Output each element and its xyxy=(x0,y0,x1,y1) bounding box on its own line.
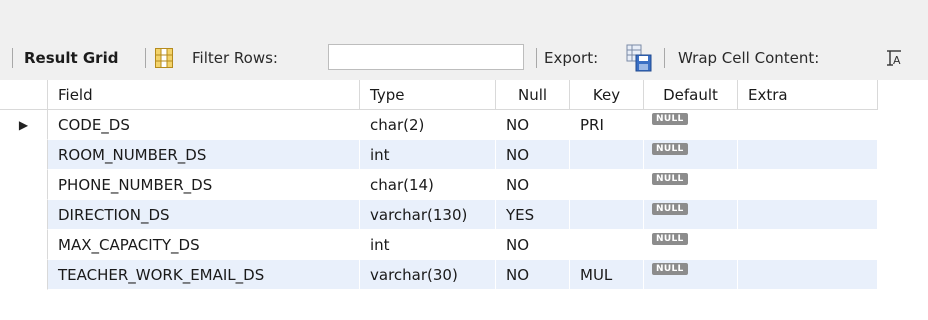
cell-default[interactable]: NULL xyxy=(644,200,738,230)
cell-type[interactable]: int xyxy=(360,140,496,170)
cell-default[interactable]: NULL xyxy=(644,230,738,260)
column-header-null[interactable]: Null xyxy=(496,80,570,110)
cell-default[interactable]: NULL xyxy=(644,140,738,170)
cell-type[interactable]: varchar(30) xyxy=(360,260,496,290)
row-selector[interactable] xyxy=(0,170,48,200)
filter-rows-input[interactable] xyxy=(328,44,524,70)
cell-extra[interactable] xyxy=(738,140,878,170)
toolbar-separator xyxy=(12,48,13,68)
toolbar-separator xyxy=(536,48,537,68)
null-badge: NULL xyxy=(652,142,688,155)
selected-row-arrow-icon: ▶ xyxy=(18,117,29,132)
cell-null[interactable]: YES xyxy=(496,200,570,230)
grid-empty-area xyxy=(878,80,928,320)
cell-default[interactable]: NULL xyxy=(644,170,738,200)
table-row[interactable]: PHONE_NUMBER_DS char(14) NO NULL xyxy=(0,170,928,200)
column-header-type[interactable]: Type xyxy=(360,80,496,110)
column-header-default[interactable]: Default xyxy=(644,80,738,110)
cell-type[interactable]: char(14) xyxy=(360,170,496,200)
cell-null[interactable]: NO xyxy=(496,230,570,260)
cell-field[interactable]: PHONE_NUMBER_DS xyxy=(48,170,360,200)
cell-field[interactable]: ROOM_NUMBER_DS xyxy=(48,140,360,170)
cell-key[interactable] xyxy=(570,170,644,200)
cell-default[interactable]: NULL xyxy=(644,260,738,290)
row-selector[interactable] xyxy=(0,230,48,260)
cell-null[interactable]: NO xyxy=(496,260,570,290)
null-badge: NULL xyxy=(652,202,688,215)
cell-type[interactable]: char(2) xyxy=(360,110,496,140)
column-header-field[interactable]: Field xyxy=(48,80,360,110)
cell-extra[interactable] xyxy=(738,170,878,200)
cell-key[interactable]: PRI xyxy=(570,110,644,140)
cell-default[interactable]: NULL xyxy=(644,110,738,140)
table-row[interactable]: MAX_CAPACITY_DS int NO NULL xyxy=(0,230,928,260)
table-row[interactable]: ▶ CODE_DS char(2) NO PRI NULL xyxy=(0,110,928,140)
result-grid-icon[interactable] xyxy=(155,48,173,68)
table-row[interactable]: ROOM_NUMBER_DS int NO NULL xyxy=(0,140,928,170)
result-toolbar: Result Grid Filter Rows: Export: Wrap Ce… xyxy=(0,36,928,80)
column-header-extra[interactable]: Extra xyxy=(738,80,878,110)
toolbar-separator xyxy=(145,48,146,68)
null-badge: NULL xyxy=(652,112,688,125)
null-badge: NULL xyxy=(652,262,688,275)
row-selector[interactable]: ▶ xyxy=(0,110,48,140)
cell-extra[interactable] xyxy=(738,230,878,260)
cell-key[interactable]: MUL xyxy=(570,260,644,290)
grid-header-row: Field Type Null Key Default Extra xyxy=(0,80,928,110)
cell-null[interactable]: NO xyxy=(496,140,570,170)
cell-type[interactable]: varchar(130) xyxy=(360,200,496,230)
row-selector[interactable] xyxy=(0,200,48,230)
wrap-cell-content-label: Wrap Cell Content: xyxy=(678,49,820,67)
row-selector[interactable] xyxy=(0,140,48,170)
null-badge: NULL xyxy=(652,172,688,185)
filter-rows-label: Filter Rows: xyxy=(192,49,278,67)
cell-extra[interactable] xyxy=(738,200,878,230)
result-grid-tab[interactable]: Result Grid xyxy=(24,36,118,80)
cell-extra[interactable] xyxy=(738,110,878,140)
column-header-key[interactable]: Key xyxy=(570,80,644,110)
cell-type[interactable]: int xyxy=(360,230,496,260)
toolbar-separator xyxy=(664,48,665,68)
cell-null[interactable]: NO xyxy=(496,170,570,200)
row-selector[interactable] xyxy=(0,260,48,290)
top-band xyxy=(0,0,928,36)
wrap-cell-content-icon[interactable]: A xyxy=(886,48,902,68)
cell-null[interactable]: NO xyxy=(496,110,570,140)
svg-text:A: A xyxy=(893,54,901,67)
cell-field[interactable]: MAX_CAPACITY_DS xyxy=(48,230,360,260)
cell-key[interactable] xyxy=(570,200,644,230)
cell-field[interactable]: DIRECTION_DS xyxy=(48,200,360,230)
cell-key[interactable] xyxy=(570,230,644,260)
cell-extra[interactable] xyxy=(738,260,878,290)
cell-field[interactable]: TEACHER_WORK_EMAIL_DS xyxy=(48,260,360,290)
table-row[interactable]: TEACHER_WORK_EMAIL_DS varchar(30) NO MUL… xyxy=(0,260,928,290)
cell-key[interactable] xyxy=(570,140,644,170)
export-icon[interactable] xyxy=(626,44,652,72)
null-badge: NULL xyxy=(652,232,688,245)
export-label: Export: xyxy=(544,49,599,67)
row-gutter-header xyxy=(0,80,48,110)
table-row[interactable]: DIRECTION_DS varchar(130) YES NULL xyxy=(0,200,928,230)
cell-field[interactable]: CODE_DS xyxy=(48,110,360,140)
